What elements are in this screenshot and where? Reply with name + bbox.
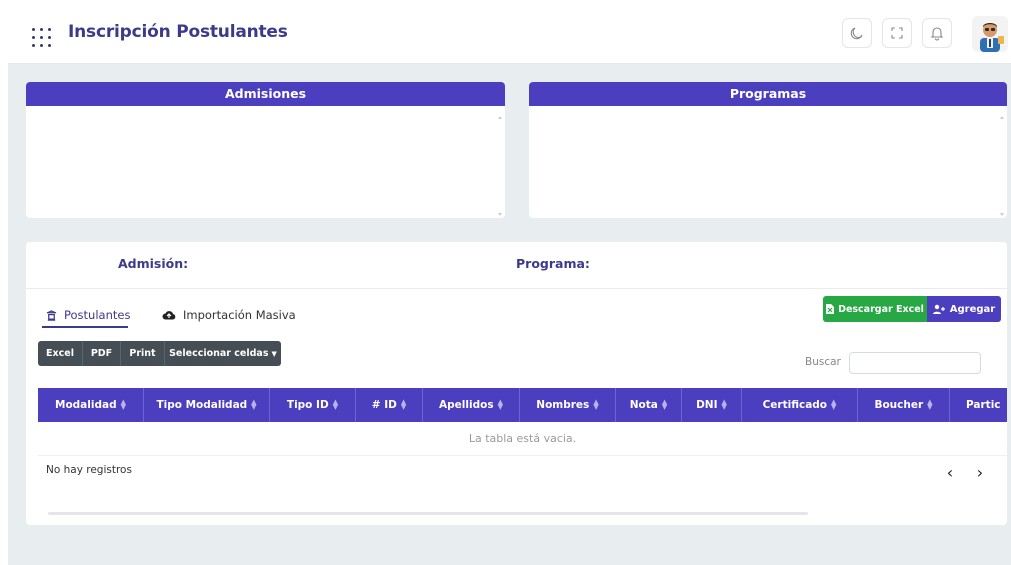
download-excel-button[interactable]: Descargar Excel: [823, 296, 927, 322]
tab-postulantes-label: Postulantes: [64, 308, 131, 322]
sort-icon: ▲ ▼: [927, 398, 933, 411]
fullscreen-button[interactable]: [882, 18, 912, 48]
column-certificado[interactable]: Certificado ▲ ▼: [742, 388, 858, 422]
notifications-button[interactable]: [922, 18, 952, 48]
sort-icon: ▲ ▼: [721, 398, 727, 411]
column-partic-label: Partic: [966, 399, 1001, 411]
previous-page-button[interactable]: ‹: [940, 462, 960, 482]
print-button[interactable]: Print: [121, 341, 165, 366]
programas-scrollbar[interactable]: [1000, 116, 1004, 216]
records-info: No hay registros: [46, 464, 132, 476]
chevron-right-icon: ›: [976, 462, 984, 482]
divider: [26, 288, 1007, 289]
tab-postulantes[interactable]: Postulantes: [46, 302, 130, 328]
programa-label: Programa:: [516, 256, 590, 271]
sort-icon: ▲ ▼: [251, 398, 257, 411]
column-nombres-label: Nombres: [536, 399, 590, 411]
select-cells-button[interactable]: Seleccionar celdas ▼: [165, 341, 281, 366]
next-page-button[interactable]: ›: [970, 462, 990, 482]
column-apellidos-label: Apellidos: [439, 399, 494, 411]
admision-label: Admisión:: [118, 256, 189, 271]
file-excel-icon: [826, 304, 835, 314]
column-nota[interactable]: Nota ▲ ▼: [616, 388, 682, 422]
add-button-label: Agregar: [949, 303, 996, 315]
tab-importacion-label: Importación Masiva: [183, 308, 296, 322]
avatar-icon: [980, 23, 1004, 52]
column-boucher-label: Boucher: [874, 399, 924, 411]
column-tipo-id[interactable]: Tipo ID ▲ ▼: [270, 388, 356, 422]
moon-icon: [850, 27, 863, 40]
horizontal-scrollbar[interactable]: [44, 510, 1000, 516]
graduation-cap-icon: [46, 309, 57, 321]
sort-icon: ▲ ▼: [593, 398, 599, 411]
column-apellidos[interactable]: Apellidos ▲ ▼: [423, 388, 520, 422]
fullscreen-icon: [891, 27, 903, 39]
export-pdf-button[interactable]: PDF: [83, 341, 121, 366]
search-input[interactable]: [849, 352, 981, 374]
programas-panel-title: Programas: [529, 82, 1007, 106]
column-tipo-id-label: Tipo ID: [286, 399, 329, 411]
sort-icon: ▲ ▼: [661, 398, 668, 411]
dark-mode-button[interactable]: [842, 18, 872, 48]
admisiones-panel: Admisiones: [26, 82, 505, 218]
empty-table-message: La tabla está vacia.: [468, 432, 577, 445]
postulantes-card: Admisión: Programa: Postulantes Importac…: [26, 242, 1007, 525]
chevron-left-icon: ‹: [946, 462, 954, 482]
column-tipo-modalidad[interactable]: Tipo Modalidad ▲ ▼: [144, 388, 270, 422]
page-title: Inscripción Postulantes: [68, 22, 288, 42]
top-header: Inscripción Postulantes: [8, 8, 1011, 64]
bell-icon: [930, 27, 944, 41]
column-modalidad[interactable]: Modalidad ▲ ▼: [38, 388, 144, 422]
add-button[interactable]: Agregar: [927, 296, 1001, 322]
admisiones-scrollbar[interactable]: [498, 116, 502, 216]
cloud-upload-icon: [162, 311, 176, 320]
column-nombres[interactable]: Nombres ▲ ▼: [520, 388, 616, 422]
search-label: Buscar: [805, 356, 841, 368]
empty-table-row: La tabla está vacia.: [38, 422, 1007, 456]
scrollbar-thumb[interactable]: [48, 512, 808, 515]
caret-down-icon: ▼: [271, 349, 277, 358]
sort-icon: ▲ ▼: [120, 398, 126, 411]
tab-importacion-masiva[interactable]: Importación Masiva: [162, 302, 296, 328]
column-id[interactable]: # ID ▲ ▼: [356, 388, 423, 422]
column-nota-label: Nota: [629, 399, 658, 411]
column-id-label: # ID: [371, 399, 397, 411]
sort-icon: ▲ ▼: [332, 398, 339, 411]
sort-icon: ▲ ▼: [831, 398, 837, 411]
download-excel-label: Descargar Excel: [838, 303, 924, 315]
user-avatar[interactable]: [972, 16, 1008, 52]
export-button-group: Excel PDF Print Seleccionar celdas ▼: [38, 341, 281, 366]
table-header: Modalidad ▲ ▼ Tipo Modalidad ▲ ▼ Tipo ID ▲ ▼ #…: [38, 388, 1007, 422]
column-partic[interactable]: Partic: [950, 388, 1007, 422]
sort-icon: ▲ ▼: [497, 398, 503, 411]
column-tipo-modalidad-label: Tipo Modalidad: [156, 399, 248, 411]
column-certificado-label: Certificado: [762, 399, 828, 411]
select-cells-label: Seleccionar celdas: [169, 348, 269, 359]
column-dni-label: DNI: [696, 399, 718, 411]
user-plus-icon: [932, 304, 945, 314]
admisiones-panel-title: Admisiones: [26, 82, 505, 106]
active-tab-indicator: [42, 326, 128, 328]
column-modalidad-label: Modalidad: [55, 399, 117, 411]
column-boucher[interactable]: Boucher ▲ ▼: [858, 388, 950, 422]
apps-grid-icon[interactable]: [30, 25, 56, 51]
export-excel-button[interactable]: Excel: [38, 341, 83, 366]
programas-panel: Programas: [529, 82, 1007, 218]
sort-icon: ▲ ▼: [400, 398, 407, 411]
column-dni[interactable]: DNI ▲ ▼: [682, 388, 742, 422]
